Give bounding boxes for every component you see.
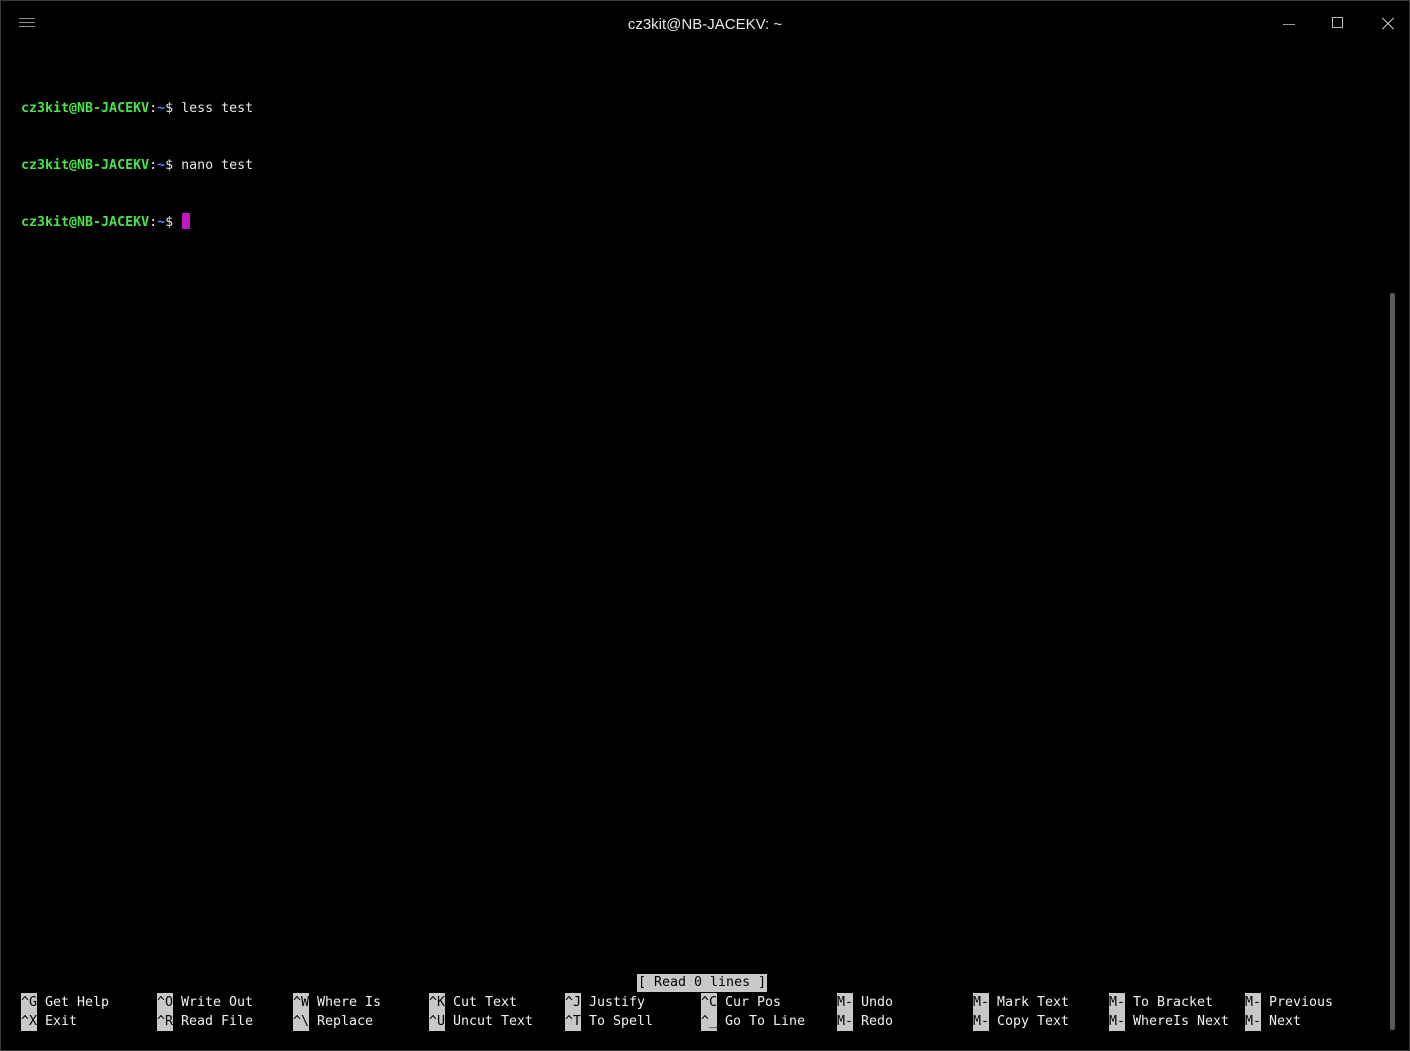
shortcut-label: Mark Text xyxy=(997,995,1070,1010)
minimize-icon[interactable] xyxy=(1275,11,1305,37)
prompt-user: cz3kit@NB-JACEKV xyxy=(21,101,150,116)
shortcut-label: To Spell xyxy=(589,1014,654,1029)
shortcut-label: Previous xyxy=(1269,995,1334,1010)
prompt-separator: : xyxy=(149,215,158,230)
shortcut-key: ^T xyxy=(565,1012,581,1031)
shortcut-key: ^\ xyxy=(293,1012,309,1031)
shortcut-label: Copy Text xyxy=(997,1014,1070,1029)
shortcut-key: M-A xyxy=(973,993,989,1012)
prompt-path: ~ xyxy=(157,158,166,173)
shortcut-key: M-6 xyxy=(973,1012,989,1031)
shortcut-item: ^R Read File xyxy=(157,1012,253,1031)
shortcut-item: M-E Redo xyxy=(837,1012,893,1031)
shortcut-item: ^U Uncut Text xyxy=(429,1012,533,1031)
shortcut-key: M-W xyxy=(1109,1012,1125,1031)
terminal-line: cz3kit@NB-JACEKV:~$ nano test xyxy=(21,156,253,175)
shortcut-label: Where Is xyxy=(317,995,382,1010)
shortcut-key: ^G xyxy=(21,993,37,1012)
shortcut-label: To Bracket xyxy=(1133,995,1214,1010)
shortcut-key: M-] xyxy=(1109,993,1125,1012)
shortcut-key: M-▲ xyxy=(1245,993,1261,1012)
shortcut-label: WhereIs Next xyxy=(1133,1014,1230,1029)
shortcut-label: Uncut Text xyxy=(453,1014,534,1029)
shortcut-label: Next xyxy=(1269,1014,1302,1029)
text-cursor xyxy=(182,213,191,229)
shortcut-key: ^K xyxy=(429,993,445,1012)
title-bar[interactable]: cz3kit@NB-JACEKV: ~ xyxy=(1,1,1409,49)
scrollbar-thumb[interactable] xyxy=(1390,293,1395,1030)
shortcut-item: ^J Justify xyxy=(565,993,645,1012)
terminal-line[interactable]: cz3kit@NB-JACEKV:~$ xyxy=(21,213,253,232)
shortcut-key: ^O xyxy=(157,993,173,1012)
prompt-separator: : xyxy=(149,158,158,173)
close-icon[interactable] xyxy=(1373,11,1403,37)
shortcut-label: Justify xyxy=(589,995,646,1010)
shortcut-item: M-W WhereIs Next xyxy=(1109,1012,1229,1031)
shortcut-label: Read File xyxy=(181,1014,254,1029)
shortcut-label: Exit xyxy=(45,1014,78,1029)
shortcut-label: Undo xyxy=(861,995,894,1010)
shortcut-item: ^K Cut Text xyxy=(429,993,517,1012)
shortcut-item: ^T To Spell xyxy=(565,1012,653,1031)
shortcut-label: Get Help xyxy=(45,995,110,1010)
command-text: less test xyxy=(181,101,254,116)
prompt-user: cz3kit@NB-JACEKV xyxy=(21,158,150,173)
terminal-line: cz3kit@NB-JACEKV:~$ less test xyxy=(21,99,253,118)
shortcut-item: ^C Cur Pos xyxy=(701,993,781,1012)
shortcut-item: M-▲ Previous xyxy=(1245,993,1333,1012)
prompt-separator: : xyxy=(149,101,158,116)
prompt-symbol: $ xyxy=(165,101,182,116)
shortcut-key: ^C xyxy=(701,993,717,1012)
shortcut-label: Cut Text xyxy=(453,995,518,1010)
shortcut-key: M-▼ xyxy=(1245,1012,1261,1031)
shortcut-key: M-E xyxy=(837,1012,853,1031)
shortcut-item: ^W Where Is xyxy=(293,993,381,1012)
shortcut-item: ^\ Replace xyxy=(293,1012,373,1031)
shortcut-label: Write Out xyxy=(181,995,254,1010)
shortcut-label: Redo xyxy=(861,1014,894,1029)
shortcut-label: Replace xyxy=(317,1014,374,1029)
shortcut-item: ^_ Go To Line xyxy=(701,1012,805,1031)
prompt-symbol: $ xyxy=(165,158,182,173)
shortcut-key: ^_ xyxy=(701,1012,717,1031)
shortcut-key: ^R xyxy=(157,1012,173,1031)
prompt-path: ~ xyxy=(157,215,166,230)
shortcut-key: ^U xyxy=(429,1012,445,1031)
shortcut-key: ^J xyxy=(565,993,581,1012)
terminal-window: cz3kit@NB-JACEKV: ~ cz3kit@NB-JACEKV:~$ … xyxy=(0,0,1410,1051)
shortcut-key: ^X xyxy=(21,1012,37,1031)
shortcut-item: M-6 Copy Text xyxy=(973,1012,1069,1031)
command-text: nano test xyxy=(181,158,254,173)
shortcut-key: M-U xyxy=(837,993,853,1012)
prompt-symbol: $ xyxy=(165,215,182,230)
window-title: cz3kit@NB-JACEKV: ~ xyxy=(627,16,783,33)
prompt-user: cz3kit@NB-JACEKV xyxy=(21,215,150,230)
shortcut-item: ^G Get Help xyxy=(21,993,109,1012)
shortcut-item: M-U Undo xyxy=(837,993,893,1012)
shortcut-item: M-] To Bracket xyxy=(1109,993,1213,1012)
shortcut-item: ^O Write Out xyxy=(157,993,253,1012)
shortcut-item: M-A Mark Text xyxy=(973,993,1069,1012)
shortcut-key: ^W xyxy=(293,993,309,1012)
shortcut-label: Go To Line xyxy=(725,1014,806,1029)
terminal-output[interactable]: cz3kit@NB-JACEKV:~$ less test cz3kit@NB-… xyxy=(21,61,253,270)
prompt-path: ~ xyxy=(157,101,166,116)
shortcut-label: Cur Pos xyxy=(725,995,782,1010)
shortcut-item: M-▼ Next xyxy=(1245,1012,1301,1031)
maximize-icon[interactable] xyxy=(1324,11,1354,37)
shortcut-item: ^X Exit xyxy=(21,1012,77,1031)
status-message: [ Read 0 lines ] xyxy=(637,974,768,992)
